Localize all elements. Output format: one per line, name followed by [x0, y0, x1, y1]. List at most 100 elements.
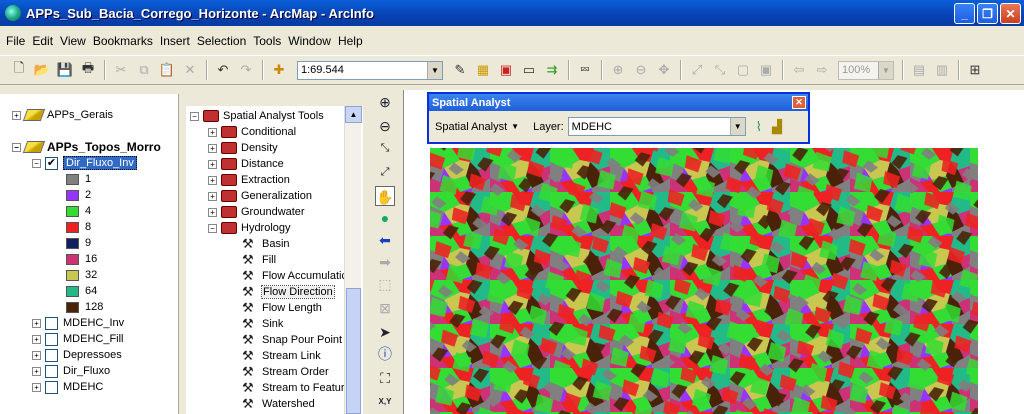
toolset-item[interactable]: + Extraction: [208, 172, 290, 188]
full-extent-globe-icon[interactable]: ●: [375, 208, 395, 228]
toolbox-spatial-analyst[interactable]: − Spatial Analyst Tools: [190, 108, 324, 124]
cut-icon[interactable]: ✂: [110, 59, 132, 81]
toc-layer-dir-fluxo-inv[interactable]: − ✔ Dir_Fluxo_Inv: [32, 155, 137, 171]
expand-icon[interactable]: +: [32, 334, 41, 344]
expand-icon[interactable]: +: [32, 318, 41, 328]
layer-visibility-checkbox[interactable]: ✔: [45, 156, 58, 170]
tool-item[interactable]: ⚒ Watershed: [242, 396, 315, 412]
menu-window[interactable]: Window: [288, 34, 331, 48]
menu-view[interactable]: View: [60, 34, 86, 48]
tool-item[interactable]: ⚒ Sink: [242, 316, 283, 332]
pan-hand-icon[interactable]: ✋: [375, 186, 395, 206]
zoom-in-icon[interactable]: ⊕: [375, 92, 395, 112]
delete-icon[interactable]: ✕: [179, 59, 201, 81]
expand-icon[interactable]: +: [208, 127, 217, 137]
toolbox-scrollbar[interactable]: ▲: [344, 106, 362, 414]
expand-icon[interactable]: +: [12, 110, 21, 120]
fixed-zoom-out-icon[interactable]: ⤢: [375, 162, 395, 182]
chevron-down-icon[interactable]: ▼: [427, 61, 442, 79]
expand-icon[interactable]: +: [32, 366, 41, 376]
save-icon[interactable]: 💾: [54, 59, 76, 81]
tool-item[interactable]: ⚒ Basin: [242, 236, 290, 252]
add-data-icon[interactable]: ✚: [268, 59, 290, 81]
undo-icon[interactable]: ↶: [212, 59, 234, 81]
change-layout-icon[interactable]: ⊞: [964, 59, 986, 81]
back-extent-icon[interactable]: ⇦: [788, 59, 810, 81]
menu-help[interactable]: Help: [338, 34, 363, 48]
zoom-100-icon[interactable]: ▣: [755, 59, 777, 81]
chevron-down-icon[interactable]: ▼: [511, 122, 519, 131]
identify-icon[interactable]: ⓘ: [375, 344, 395, 364]
expand-icon[interactable]: +: [208, 191, 217, 201]
whats-this-icon[interactable]: ⮹: [574, 59, 596, 81]
collapse-icon[interactable]: −: [208, 223, 217, 233]
zoom-out-layout-icon[interactable]: ⊖: [630, 59, 652, 81]
layer-visibility-checkbox[interactable]: [45, 348, 58, 362]
toolset-item[interactable]: + Generalization: [208, 188, 312, 204]
spatial-analyst-menu[interactable]: Spatial Analyst: [435, 121, 507, 133]
toc-group-appsgerais[interactable]: + APPs_Gerais: [12, 107, 113, 123]
layer-visibility-checkbox[interactable]: [45, 364, 58, 378]
back-arrow-icon[interactable]: ⬅: [375, 230, 395, 250]
expand-icon[interactable]: +: [32, 382, 41, 392]
toc-layer-dir-fluxo[interactable]: + Dir_Fluxo: [32, 363, 110, 379]
forward-arrow-icon[interactable]: ➡: [375, 252, 395, 272]
map-scale-select[interactable]: 1:69.544 ▼: [297, 60, 443, 80]
toc-layer-depressoes[interactable]: + Depressoes: [32, 347, 122, 363]
paste-icon[interactable]: 📋: [156, 59, 178, 81]
expand-icon[interactable]: +: [32, 350, 41, 360]
collapse-icon[interactable]: −: [32, 158, 41, 168]
forward-extent-icon[interactable]: ⇨: [811, 59, 833, 81]
histogram-icon[interactable]: ▟: [772, 119, 782, 135]
tool-item[interactable]: ⚒ Snap Pour Point: [242, 332, 342, 348]
fixed-zoom-in-icon[interactable]: ⤢: [686, 59, 708, 81]
print-icon[interactable]: 🖶: [77, 59, 99, 81]
menu-file[interactable]: File: [6, 34, 25, 48]
tool-item[interactable]: ⚒ Flow Accumulatic: [242, 268, 347, 284]
fixed-zoom-out-icon[interactable]: ⤡: [709, 59, 731, 81]
arctoolbox-icon[interactable]: ▣: [495, 59, 517, 81]
menu-tools[interactable]: Tools: [253, 34, 281, 48]
fixed-zoom-in-icon[interactable]: ⤡: [375, 138, 395, 158]
scroll-thumb[interactable]: [346, 288, 361, 414]
restore-button[interactable]: ❐: [977, 3, 998, 24]
toc-layer-mdehc-inv[interactable]: + MDEHC_Inv: [32, 315, 124, 331]
toc-group-apps-topos[interactable]: − APPs_Topos_Morro: [12, 139, 161, 155]
tool-item[interactable]: ⚒ Flow Length: [242, 300, 322, 316]
tool-item[interactable]: ⚒ Stream Link: [242, 348, 321, 364]
arccatalog-icon[interactable]: ▦: [472, 59, 494, 81]
close-button[interactable]: ✕: [1000, 3, 1021, 24]
tool-item-selected[interactable]: ⚒ Flow Direction: [242, 284, 335, 300]
layer-visibility-checkbox[interactable]: [45, 380, 58, 394]
new-icon[interactable]: 🗋: [8, 59, 30, 81]
expand-icon[interactable]: +: [208, 159, 217, 169]
zoom-out-icon[interactable]: ⊖: [375, 116, 395, 136]
redo-icon[interactable]: ↷: [235, 59, 257, 81]
tool-item[interactable]: ⚒ Fill: [242, 252, 276, 268]
chevron-down-icon[interactable]: ▼: [729, 118, 745, 135]
toggle-draft-icon[interactable]: ▤: [908, 59, 930, 81]
toolset-item[interactable]: + Groundwater: [208, 204, 305, 220]
menu-insert[interactable]: Insert: [160, 34, 190, 48]
find-binoculars-icon[interactable]: ⛶: [375, 368, 395, 388]
layer-visibility-checkbox[interactable]: [45, 332, 58, 346]
clear-selection-icon[interactable]: ⊠: [375, 298, 395, 318]
close-icon[interactable]: ✕: [792, 96, 806, 109]
chevron-down-icon[interactable]: ▼: [878, 61, 893, 79]
pan-layout-icon[interactable]: ✥: [653, 59, 675, 81]
copy-icon[interactable]: ⧉: [133, 59, 155, 81]
tool-item[interactable]: ⚒ Stream to Featur: [242, 380, 345, 396]
focus-frame-icon[interactable]: ▥: [931, 59, 953, 81]
zoom-whole-page-icon[interactable]: ▢: [732, 59, 754, 81]
toc-layer-mdehc-fill[interactable]: + MDEHC_Fill: [32, 331, 124, 347]
minimize-button[interactable]: _: [954, 3, 975, 24]
select-elements-arrow-icon[interactable]: ➤: [375, 322, 395, 342]
menu-bookmarks[interactable]: Bookmarks: [93, 34, 153, 48]
toolset-item[interactable]: + Conditional: [208, 124, 296, 140]
collapse-icon[interactable]: −: [12, 142, 21, 152]
flow-direction-raster[interactable]: [430, 148, 978, 414]
contour-icon[interactable]: ⌇: [756, 119, 762, 135]
layout-zoom-select[interactable]: 100% ▼: [838, 60, 894, 80]
menu-selection[interactable]: Selection: [197, 34, 246, 48]
command-line-icon[interactable]: ▭: [518, 59, 540, 81]
